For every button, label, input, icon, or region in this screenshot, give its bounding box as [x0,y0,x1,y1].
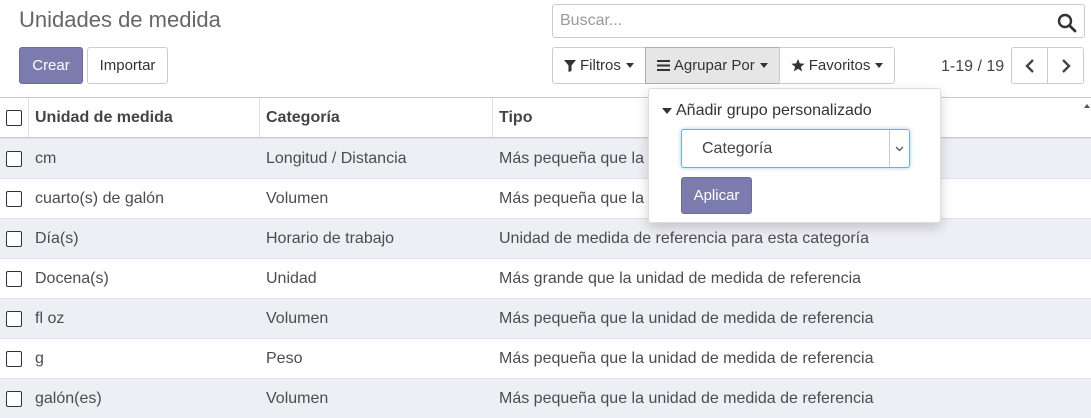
table-row[interactable]: Docena(s) Unidad Más grande que la unida… [0,258,1091,298]
control-panel: Unidades de medida Crear Importar Filtro… [0,0,1091,97]
column-separator [492,98,493,137]
unit-category: Horario de trabajo [266,229,395,247]
row-checkbox[interactable] [6,270,22,287]
row-checkbox-cell [6,219,26,258]
unit-category: Volumen [266,389,329,407]
unit-name: cuarto(s) de galón [35,189,164,207]
create-button[interactable]: Crear [19,47,83,84]
row-checkbox-cell [6,179,26,218]
add-custom-group-label: Añadir grupo personalizado [676,102,872,119]
pager-previous-button[interactable] [1011,47,1048,84]
row-checkbox[interactable] [6,190,22,207]
unit-type: Más grande que la unidad de medida de re… [499,269,862,287]
unit-category: Unidad [266,269,317,287]
unit-category: Volumen [266,309,329,327]
column-header-category[interactable]: Categoría [266,98,340,137]
unit-name: galón(es) [35,389,102,407]
pager-value[interactable]: 1-19 / 19 [941,58,1004,76]
group-field-selected: Categoría [702,139,773,157]
filter-icon [564,59,576,72]
row-checkbox[interactable] [6,310,22,327]
row-checkbox-cell [6,299,26,338]
unit-category: Peso [266,349,303,367]
select-all-cell [6,98,26,137]
scroll-up-arrow-icon[interactable] [1084,104,1090,108]
unit-category: Volumen [266,189,329,207]
select-all-checkbox[interactable] [6,109,22,126]
chevron-right-icon [1061,58,1071,73]
apply-button[interactable]: Aplicar [681,177,752,214]
search-icon[interactable] [1057,13,1077,33]
unit-type: Más pequeña que la unidad de medida de r… [499,309,874,327]
caret-down-icon [662,108,672,114]
unit-name: Día(s) [35,229,79,247]
unit-type: Unidad de medida de referencia para esta… [499,229,870,247]
unit-name: cm [35,149,57,167]
favorites-label: Favoritos [808,57,871,74]
search-box [552,4,1085,38]
group-by-label: Agrupar Por [673,57,755,74]
star-icon [791,59,805,72]
group-by-button[interactable]: Agrupar Por [644,47,780,84]
favorites-button[interactable]: Favoritos [778,47,896,84]
unit-category: Longitud / Distancia [266,149,407,167]
group-field-select[interactable]: Categoría [681,129,910,168]
unit-name: g [35,349,44,367]
select-arrow [889,130,909,167]
table-row[interactable]: galón(es) Volumen Más pequeña que la uni… [0,378,1091,418]
row-checkbox-cell [6,139,26,178]
pager-next-button[interactable] [1047,47,1084,84]
add-custom-group-toggle[interactable]: Añadir grupo personalizado [662,102,872,120]
unit-name: fl oz [35,309,65,327]
chevron-left-icon [1024,58,1034,73]
table-row[interactable]: Día(s) Horario de trabajo Unidad de medi… [0,218,1091,258]
column-header-unit[interactable]: Unidad de medida [35,98,173,137]
table-row[interactable]: fl oz Volumen Más pequeña que la unidad … [0,298,1091,338]
bars-icon [656,60,670,71]
page-title: Unidades de medida [19,7,221,32]
search-options: Filtros Agrupar Por Favoritos [552,47,896,84]
search-input[interactable] [553,5,1033,37]
import-button[interactable]: Importar [87,47,168,84]
unit-name: Docena(s) [35,269,109,287]
unit-type: Más pequeña que la unidad de medida de r… [499,389,874,407]
caret-down-icon [625,63,634,68]
table-row[interactable]: g Peso Más pequeña que la unidad de medi… [0,338,1091,378]
caret-down-icon [875,63,884,68]
caret-down-icon [759,63,768,68]
group-by-dropdown: Añadir grupo personalizado Categoría Apl… [648,88,941,223]
filters-label: Filtros [580,57,621,74]
chevron-down-icon [895,146,904,151]
row-checkbox-cell [6,379,26,418]
row-checkbox-cell [6,259,26,298]
column-header-type[interactable]: Tipo [499,98,532,137]
column-separator [28,98,29,137]
row-checkbox[interactable] [6,150,22,167]
row-checkbox-cell [6,339,26,378]
row-checkbox[interactable] [6,350,22,367]
row-checkbox[interactable] [6,230,22,247]
unit-type: Más pequeña que la unidad de medida de r… [499,349,874,367]
column-separator [259,98,260,137]
filters-button[interactable]: Filtros [552,47,646,84]
row-checkbox[interactable] [6,390,22,407]
